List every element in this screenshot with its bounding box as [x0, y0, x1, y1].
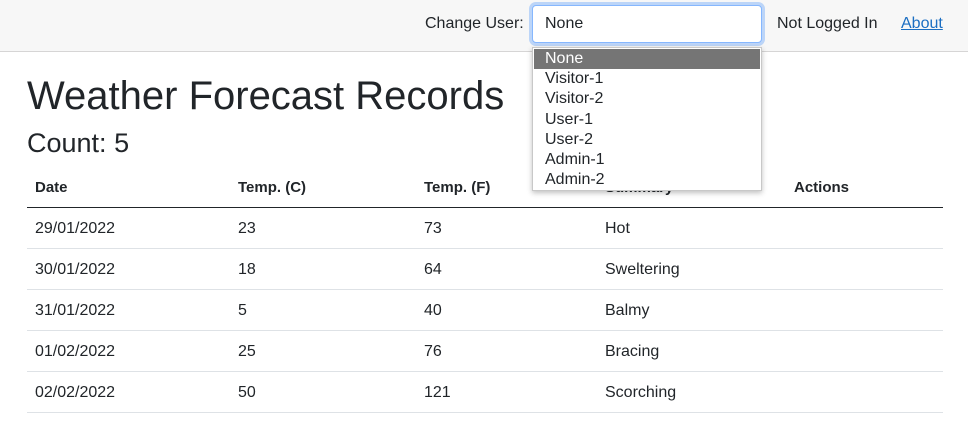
user-option-admin-1[interactable]: Admin-1: [533, 150, 761, 170]
user-option-visitor-1[interactable]: Visitor-1: [533, 69, 761, 89]
count-value: 5: [114, 128, 130, 158]
cell-summary: Scorching: [605, 384, 677, 401]
user-option-none[interactable]: None: [534, 49, 760, 70]
cell-actions: [786, 208, 943, 248]
top-bar: Change User: None Not Logged In About: [0, 0, 968, 52]
cell-date: 30/01/2022: [35, 261, 116, 278]
cell-temp-f: 40: [424, 302, 442, 319]
cell-date: 01/02/2022: [35, 343, 116, 360]
cell-summary: Hot: [605, 220, 630, 237]
about-link[interactable]: About: [901, 15, 943, 33]
cell-summary: Bracing: [605, 343, 660, 360]
cell-temp-c: 5: [238, 302, 247, 319]
cell-date: 29/01/2022: [35, 220, 116, 237]
cell-actions: [786, 249, 943, 289]
cell-temp-c: 25: [238, 343, 256, 360]
count-label: Count:: [27, 128, 107, 158]
column-header-date: Date: [35, 179, 68, 196]
table-row: 29/01/2022 23 73 Hot: [27, 208, 943, 249]
record-count: Count: 5: [27, 127, 129, 159]
cell-temp-f: 76: [424, 343, 442, 360]
user-option-user-1[interactable]: User-1: [533, 110, 761, 130]
cell-date: 31/01/2022: [35, 302, 116, 319]
table-row: 31/01/2022 5 40 Balmy: [27, 290, 943, 331]
cell-date: 02/02/2022: [35, 384, 116, 401]
table-row: 30/01/2022 18 64 Sweltering: [27, 249, 943, 290]
cell-summary: Balmy: [605, 302, 650, 319]
login-status: Not Logged In: [777, 15, 878, 32]
table-row: 01/02/2022 25 76 Bracing: [27, 331, 943, 372]
records-table: Date Temp. (C) Temp. (F) Summary Actions…: [27, 167, 943, 413]
table-header: Date Temp. (C) Temp. (F) Summary Actions: [27, 167, 943, 208]
user-option-user-2[interactable]: User-2: [533, 130, 761, 150]
cell-temp-c: 18: [238, 261, 256, 278]
cell-summary: Sweltering: [605, 261, 680, 278]
user-option-admin-2[interactable]: Admin-2: [533, 170, 761, 190]
column-header-temp-c: Temp. (C): [238, 179, 307, 196]
cell-temp-c: 50: [238, 384, 256, 401]
user-select[interactable]: None: [532, 5, 762, 43]
cell-actions: [786, 331, 943, 371]
column-header-actions: Actions: [794, 179, 850, 196]
cell-temp-c: 23: [238, 220, 256, 237]
cell-temp-f: 73: [424, 220, 442, 237]
cell-temp-f: 121: [424, 384, 451, 401]
cell-actions: [786, 372, 943, 412]
page-title: Weather Forecast Records: [27, 74, 505, 118]
user-option-visitor-2[interactable]: Visitor-2: [533, 89, 761, 109]
cell-temp-f: 64: [424, 261, 442, 278]
table-row: 02/02/2022 50 121 Scorching: [27, 372, 943, 413]
cell-actions: [786, 290, 943, 330]
user-dropdown-list: None Visitor-1 Visitor-2 User-1 User-2 A…: [532, 47, 762, 191]
change-user-label: Change User:: [425, 15, 524, 32]
